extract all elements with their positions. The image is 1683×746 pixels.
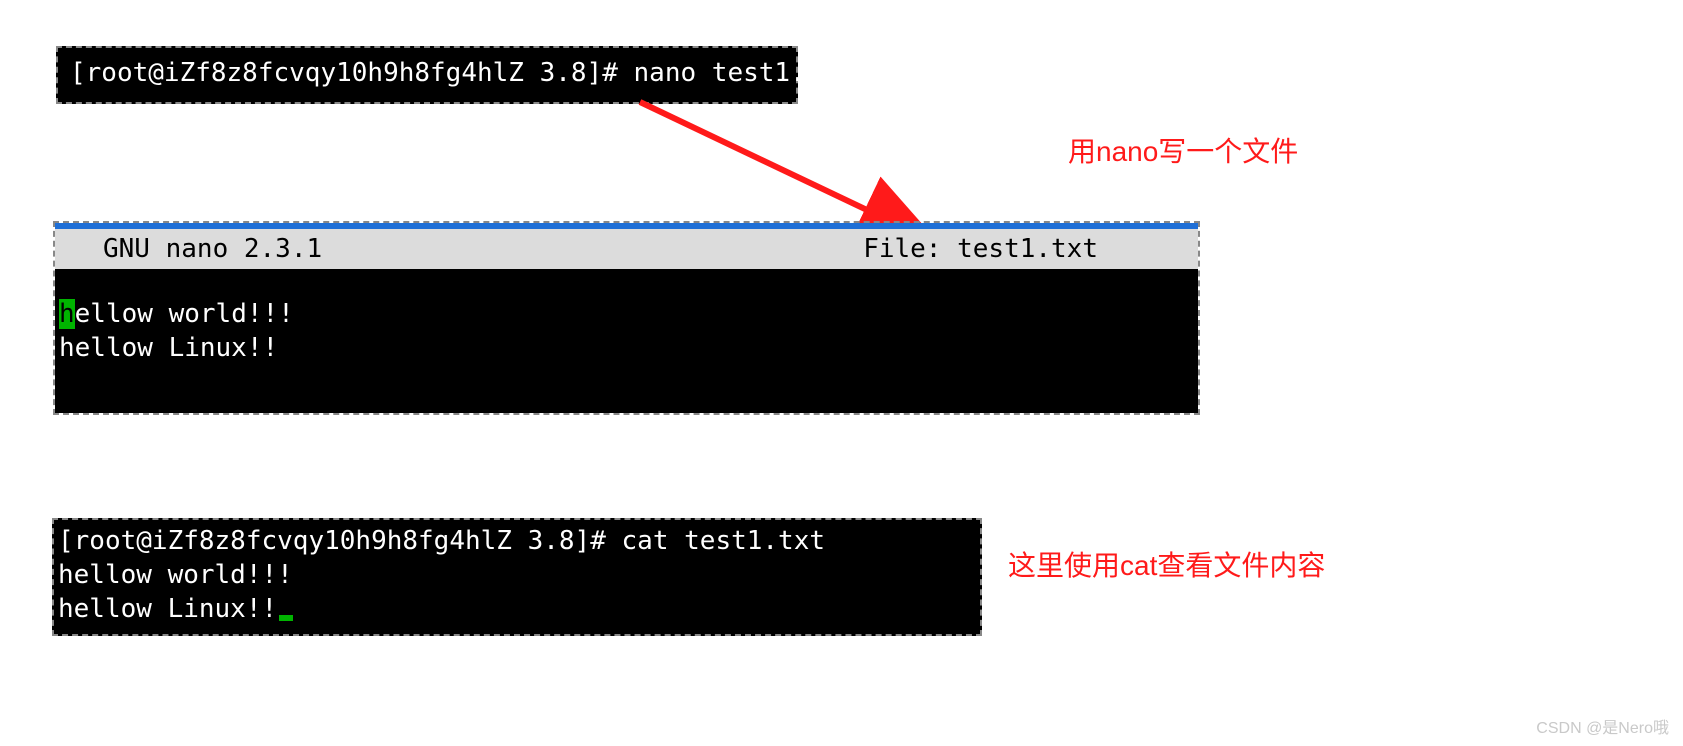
terminal-cat-output: [root@iZf8z8fcvqy10h9h8fg4hlZ 3.8]# cat … [52, 518, 982, 636]
terminal-cursor-icon [279, 615, 293, 621]
nano-header: GNU nano 2.3.1 File: test1.txt [55, 229, 1198, 269]
nano-line-1-rest: ellow world!!! [75, 299, 294, 329]
cat-output-line-1: hellow world!!! [58, 558, 972, 592]
annotation-nano: 用nano写一个文件 [1068, 130, 1298, 170]
nano-cursor-char: h [59, 299, 75, 329]
annotation-cat: 这里使用cat查看文件内容 [1008, 544, 1325, 584]
watermark-text: CSDN @是Nero哦 [1536, 714, 1669, 738]
nano-line-2: hellow Linux!! [59, 331, 1188, 365]
cat-prompt-line: [root@iZf8z8fcvqy10h9h8fg4hlZ 3.8]# cat … [58, 524, 972, 558]
terminal-nano-command: [root@iZf8z8fcvqy10h9h8fg4hlZ 3.8]# nano… [56, 46, 798, 104]
cat-output-line-2: hellow Linux!! [58, 592, 972, 626]
nano-app-title: GNU nano 2.3.1 [55, 234, 322, 264]
nano-editor-window: GNU nano 2.3.1 File: test1.txt hellow wo… [53, 221, 1200, 415]
nano-line-1: hellow world!!! [59, 297, 1188, 331]
nano-editor-body[interactable]: hellow world!!! hellow Linux!! [55, 269, 1198, 413]
nano-file-label: File: test1.txt [863, 234, 1198, 264]
terminal-prompt-line: [root@iZf8z8fcvqy10h9h8fg4hlZ 3.8]# nano… [58, 58, 796, 88]
